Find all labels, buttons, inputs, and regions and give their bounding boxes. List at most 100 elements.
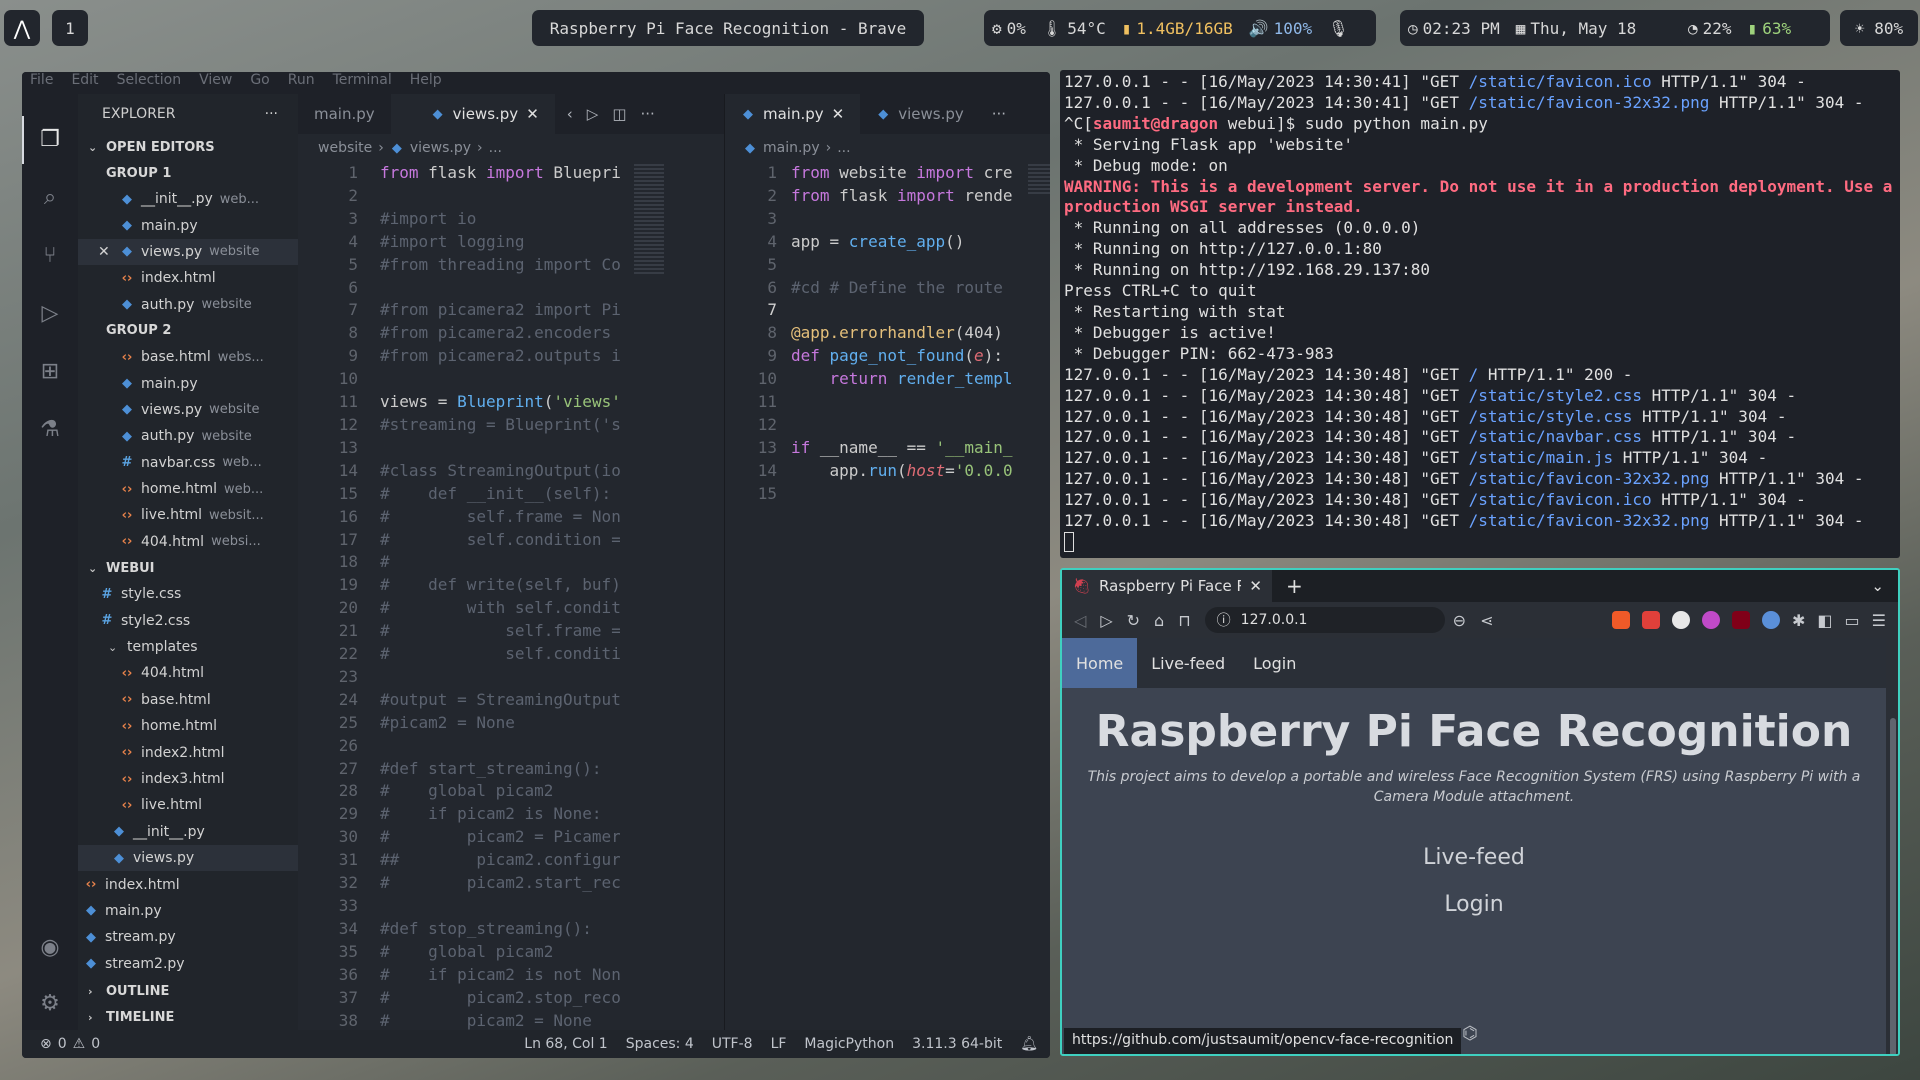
cursor-position[interactable]: Ln 68, Col 1: [524, 1036, 607, 1052]
split-editor-icon[interactable]: ◫: [612, 105, 626, 123]
code-line[interactable]: #import io: [380, 208, 620, 231]
file-item[interactable]: ‹› index3.html: [78, 766, 298, 792]
code-line[interactable]: # self.frame = None: [380, 506, 620, 529]
browser-tab-active[interactable]: 🍓︎ Raspberry Pi Face Recognit ✕: [1062, 570, 1272, 602]
file-item[interactable]: ‹› home.html: [78, 713, 298, 739]
wifi-stat[interactable]: ◔ 22%: [1680, 19, 1740, 38]
menu-help[interactable]: Help: [410, 72, 442, 94]
nav-login-link[interactable]: Login: [1239, 638, 1310, 688]
address-bar[interactable]: ⓘ 127.0.0.1: [1204, 607, 1445, 633]
outline-section[interactable]: › OUTLINE: [78, 978, 298, 1004]
code-line[interactable]: # self.conditio: [380, 643, 620, 666]
close-tab-icon[interactable]: ✕: [1249, 577, 1262, 595]
code-line[interactable]: def page_not_found(e):: [791, 345, 1021, 368]
code-line[interactable]: [791, 208, 1021, 231]
file-item[interactable]: ‹› index2.html: [78, 739, 298, 765]
back-icon[interactable]: ‹: [567, 105, 573, 123]
code-line[interactable]: # picam2.stop_recor: [380, 987, 620, 1010]
code-line[interactable]: # if picam2 is not None: [380, 964, 620, 987]
code-line[interactable]: #from threading import Condition: [380, 254, 620, 277]
code-line[interactable]: @app.errorhandler(404): [791, 322, 1021, 345]
right-minimap[interactable]: [1028, 164, 1050, 194]
settings-gear-icon[interactable]: ⚙: [36, 990, 64, 1018]
live-feed-link[interactable]: Live-feed: [1062, 845, 1886, 870]
back-icon[interactable]: ◁: [1074, 611, 1086, 630]
code-line[interactable]: ## picam2.configure: [380, 849, 620, 872]
code-line[interactable]: app.run(host='0.0.0: [791, 460, 1021, 483]
menu-run[interactable]: Run: [288, 72, 315, 94]
code-line[interactable]: # self.frame = b: [380, 620, 620, 643]
code-line[interactable]: #from picamera2.outputs import: [380, 345, 620, 368]
file-item[interactable]: # navbar.css web...: [78, 450, 298, 476]
code-line[interactable]: #from picamera2 import Picamera2: [380, 299, 620, 322]
wallet-icon[interactable]: ▭: [1845, 611, 1860, 630]
explorer-icon[interactable]: ❐: [36, 126, 64, 154]
indentation[interactable]: Spaces: 4: [626, 1036, 694, 1052]
file-item[interactable]: ◆ main.py: [78, 370, 298, 396]
terminal-prompt[interactable]: [1064, 532, 1896, 553]
file-item[interactable]: ‹› live.html: [78, 792, 298, 818]
nav-home-link[interactable]: Home: [1062, 638, 1138, 688]
code-line[interactable]: [791, 391, 1021, 414]
webui-section[interactable]: ⌄ WEBUI: [78, 555, 298, 581]
code-line[interactable]: [380, 895, 620, 918]
file-item[interactable]: ◆ __init__.py web...: [78, 186, 298, 212]
menu-icon[interactable]: ☰: [1872, 611, 1886, 630]
code-line[interactable]: [380, 185, 620, 208]
code-line[interactable]: if __name__ == '__main_: [791, 437, 1021, 460]
close-tab-icon[interactable]: ✕: [832, 105, 845, 123]
code-line[interactable]: #def start_streaming():: [380, 758, 620, 781]
tab-main-py[interactable]: main.py: [298, 94, 391, 134]
code-line[interactable]: # global picam2: [380, 941, 620, 964]
file-item[interactable]: ✕ ◆ views.py website: [78, 238, 298, 266]
file-item[interactable]: ◆ stream2.py: [78, 951, 298, 977]
file-item[interactable]: ‹› 404.html: [78, 660, 298, 686]
login-link[interactable]: Login: [1062, 892, 1886, 917]
code-line[interactable]: #cd # Define the route: [791, 277, 1021, 300]
code-line[interactable]: #output = StreamingOutput(: [380, 689, 620, 712]
source-control-icon[interactable]: ⑂: [36, 242, 64, 270]
code-line[interactable]: app = create_app(): [791, 231, 1021, 254]
right-code[interactable]: from website import cre from flask import…: [791, 162, 1021, 506]
code-line[interactable]: #import logging: [380, 231, 620, 254]
timeline-section[interactable]: › TIMELINE: [78, 1004, 298, 1030]
arch-logo-icon[interactable]: ⋀: [4, 10, 40, 46]
python-interpreter[interactable]: 3.11.3 64-bit: [912, 1036, 1002, 1052]
sidebar-icon[interactable]: ◧: [1817, 611, 1832, 630]
menu-edit[interactable]: Edit: [71, 72, 98, 94]
close-editor-icon[interactable]: ✕: [98, 244, 113, 260]
code-line[interactable]: [380, 666, 620, 689]
new-tab-icon[interactable]: +: [1272, 574, 1317, 598]
code-line[interactable]: [380, 437, 620, 460]
code-line[interactable]: #: [380, 551, 620, 574]
menu-file[interactable]: File: [30, 72, 53, 94]
mic-muted-icon[interactable]: 🎙: [1320, 19, 1356, 38]
language-mode[interactable]: MagicPython: [804, 1036, 894, 1052]
share-icon[interactable]: ⋖: [1480, 611, 1493, 630]
file-item[interactable]: ‹› base.html webs...: [78, 344, 298, 370]
menu-go[interactable]: Go: [250, 72, 269, 94]
brave-rewards-icon[interactable]: [1642, 611, 1660, 629]
menu-view[interactable]: View: [199, 72, 232, 94]
code-line[interactable]: # global picam2: [380, 780, 620, 803]
bookmark-icon[interactable]: ⊓: [1178, 611, 1190, 630]
home-icon[interactable]: ⌂: [1154, 611, 1164, 630]
account-icon[interactable]: ◉: [36, 934, 64, 962]
tab-main-py-right[interactable]: ◆ main.py ✕: [725, 94, 861, 134]
code-line[interactable]: views = Blueprint('views',: [380, 391, 620, 414]
brave-shields-icon[interactable]: [1612, 611, 1630, 629]
extension-icon[interactable]: [1702, 611, 1720, 629]
code-line[interactable]: return render_templ: [791, 368, 1021, 391]
file-item[interactable]: ‹› base.html: [78, 687, 298, 713]
code-line[interactable]: # self.condition = C: [380, 529, 620, 552]
code-line[interactable]: # def __init__(self):: [380, 483, 620, 506]
close-tab-icon[interactable]: ✕: [526, 105, 539, 123]
file-item[interactable]: ‹› index.html: [78, 871, 298, 897]
code-line[interactable]: [791, 483, 1021, 506]
puzzle-icon[interactable]: ✱: [1792, 611, 1805, 630]
more-actions-icon[interactable]: ···: [265, 106, 278, 122]
file-item[interactable]: ‹› live.html websit...: [78, 502, 298, 528]
search-icon[interactable]: ⌕: [36, 184, 64, 212]
file-item[interactable]: ◆ views.py: [78, 844, 298, 872]
file-item[interactable]: # style2.css: [78, 607, 298, 633]
